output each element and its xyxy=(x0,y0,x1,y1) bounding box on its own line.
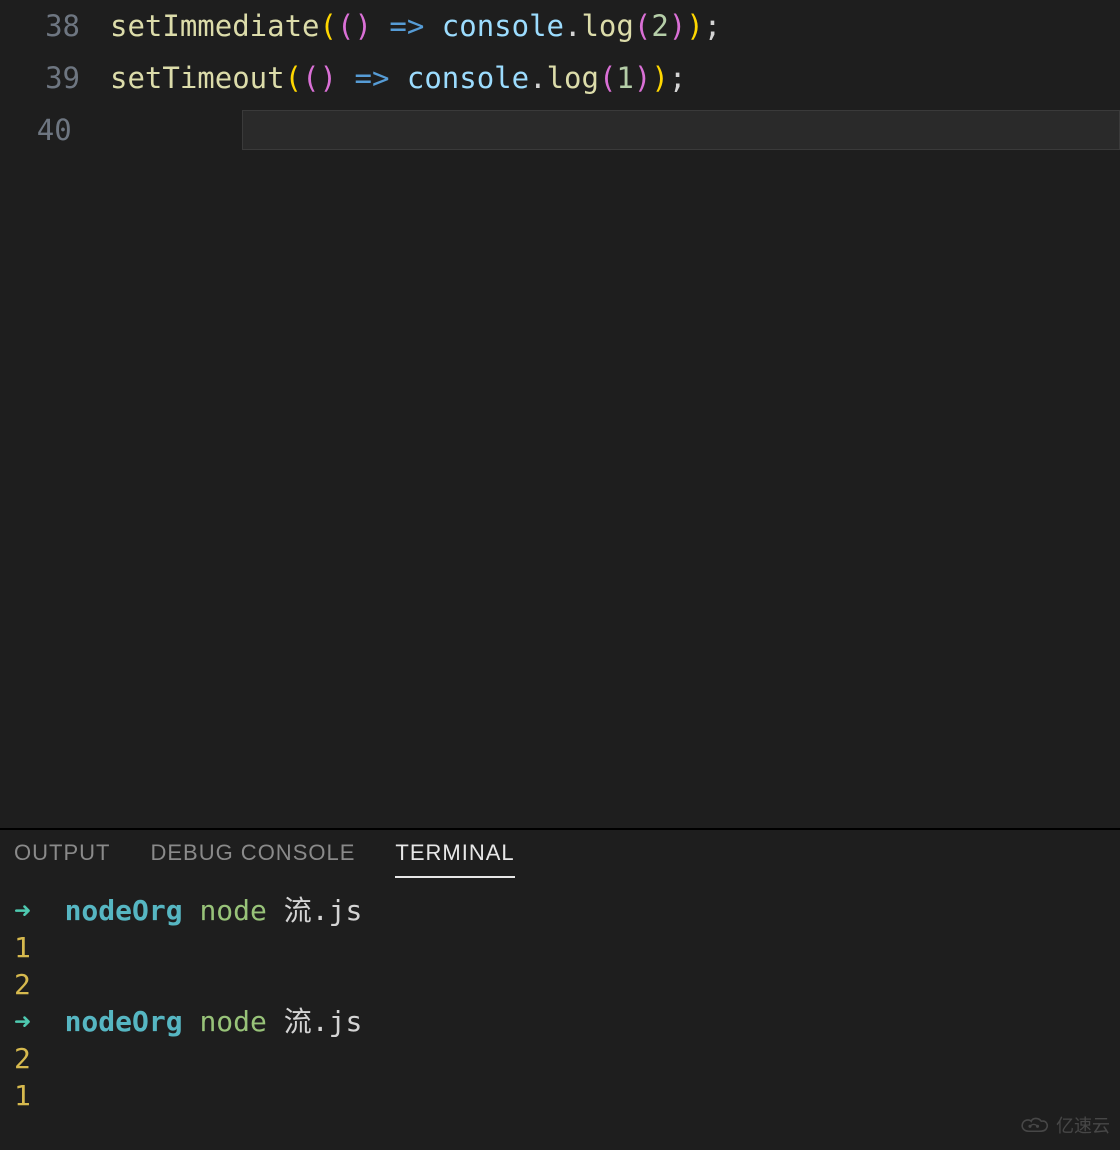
terminal-output: 1 xyxy=(14,1079,31,1112)
terminal-output: 2 xyxy=(14,968,31,1001)
prompt-argument: 流.js xyxy=(284,894,363,927)
terminal-line: 2 xyxy=(14,966,1106,1003)
line-content[interactable]: setImmediate(() => console.log(2)); xyxy=(110,9,721,43)
terminal-output: 1 xyxy=(14,931,31,964)
terminal-line: 2 xyxy=(14,1040,1106,1077)
watermark: 亿速云 xyxy=(1020,1112,1110,1138)
line-number: 38 xyxy=(0,9,110,43)
terminal-line: ➜ nodeOrg node 流.js xyxy=(14,892,1106,929)
line-number: 39 xyxy=(0,61,110,95)
prompt-context: nodeOrg xyxy=(65,894,183,927)
line-content[interactable]: setTimeout(() => console.log(1)); xyxy=(110,61,686,95)
current-line-highlight[interactable] xyxy=(242,110,1120,150)
terminal-body[interactable]: ➜ nodeOrg node 流.js12➜ nodeOrg node 流.js… xyxy=(0,884,1120,1150)
code-line[interactable]: 38setImmediate(() => console.log(2)); xyxy=(0,0,1120,52)
prompt-arrow-icon: ➜ xyxy=(14,1005,65,1038)
watermark-text: 亿速云 xyxy=(1056,1112,1110,1138)
tab-output[interactable]: OUTPUT xyxy=(14,840,110,878)
terminal-line: 1 xyxy=(14,1077,1106,1114)
tab-debug-console[interactable]: DEBUG CONSOLE xyxy=(150,840,355,878)
tab-terminal[interactable]: TERMINAL xyxy=(395,840,514,878)
panel-tabs: OUTPUT DEBUG CONSOLE TERMINAL xyxy=(0,830,1120,884)
terminal-output: 2 xyxy=(14,1042,31,1075)
prompt-command: node xyxy=(199,1005,266,1038)
code-line[interactable]: 39setTimeout(() => console.log(1)); xyxy=(0,52,1120,104)
line-number: 40 xyxy=(0,113,102,147)
prompt-argument: 流.js xyxy=(284,1005,363,1038)
bottom-panel: OUTPUT DEBUG CONSOLE TERMINAL ➜ nodeOrg no… xyxy=(0,830,1120,1150)
terminal-line: 1 xyxy=(14,929,1106,966)
watermark-logo-icon xyxy=(1020,1116,1050,1134)
prompt-arrow-icon: ➜ xyxy=(14,894,65,927)
terminal-line: ➜ nodeOrg node 流.js xyxy=(14,1003,1106,1040)
prompt-context: nodeOrg xyxy=(65,1005,183,1038)
editor-pane[interactable]: 38setImmediate(() => console.log(2));39s… xyxy=(0,0,1120,828)
prompt-command: node xyxy=(199,894,266,927)
